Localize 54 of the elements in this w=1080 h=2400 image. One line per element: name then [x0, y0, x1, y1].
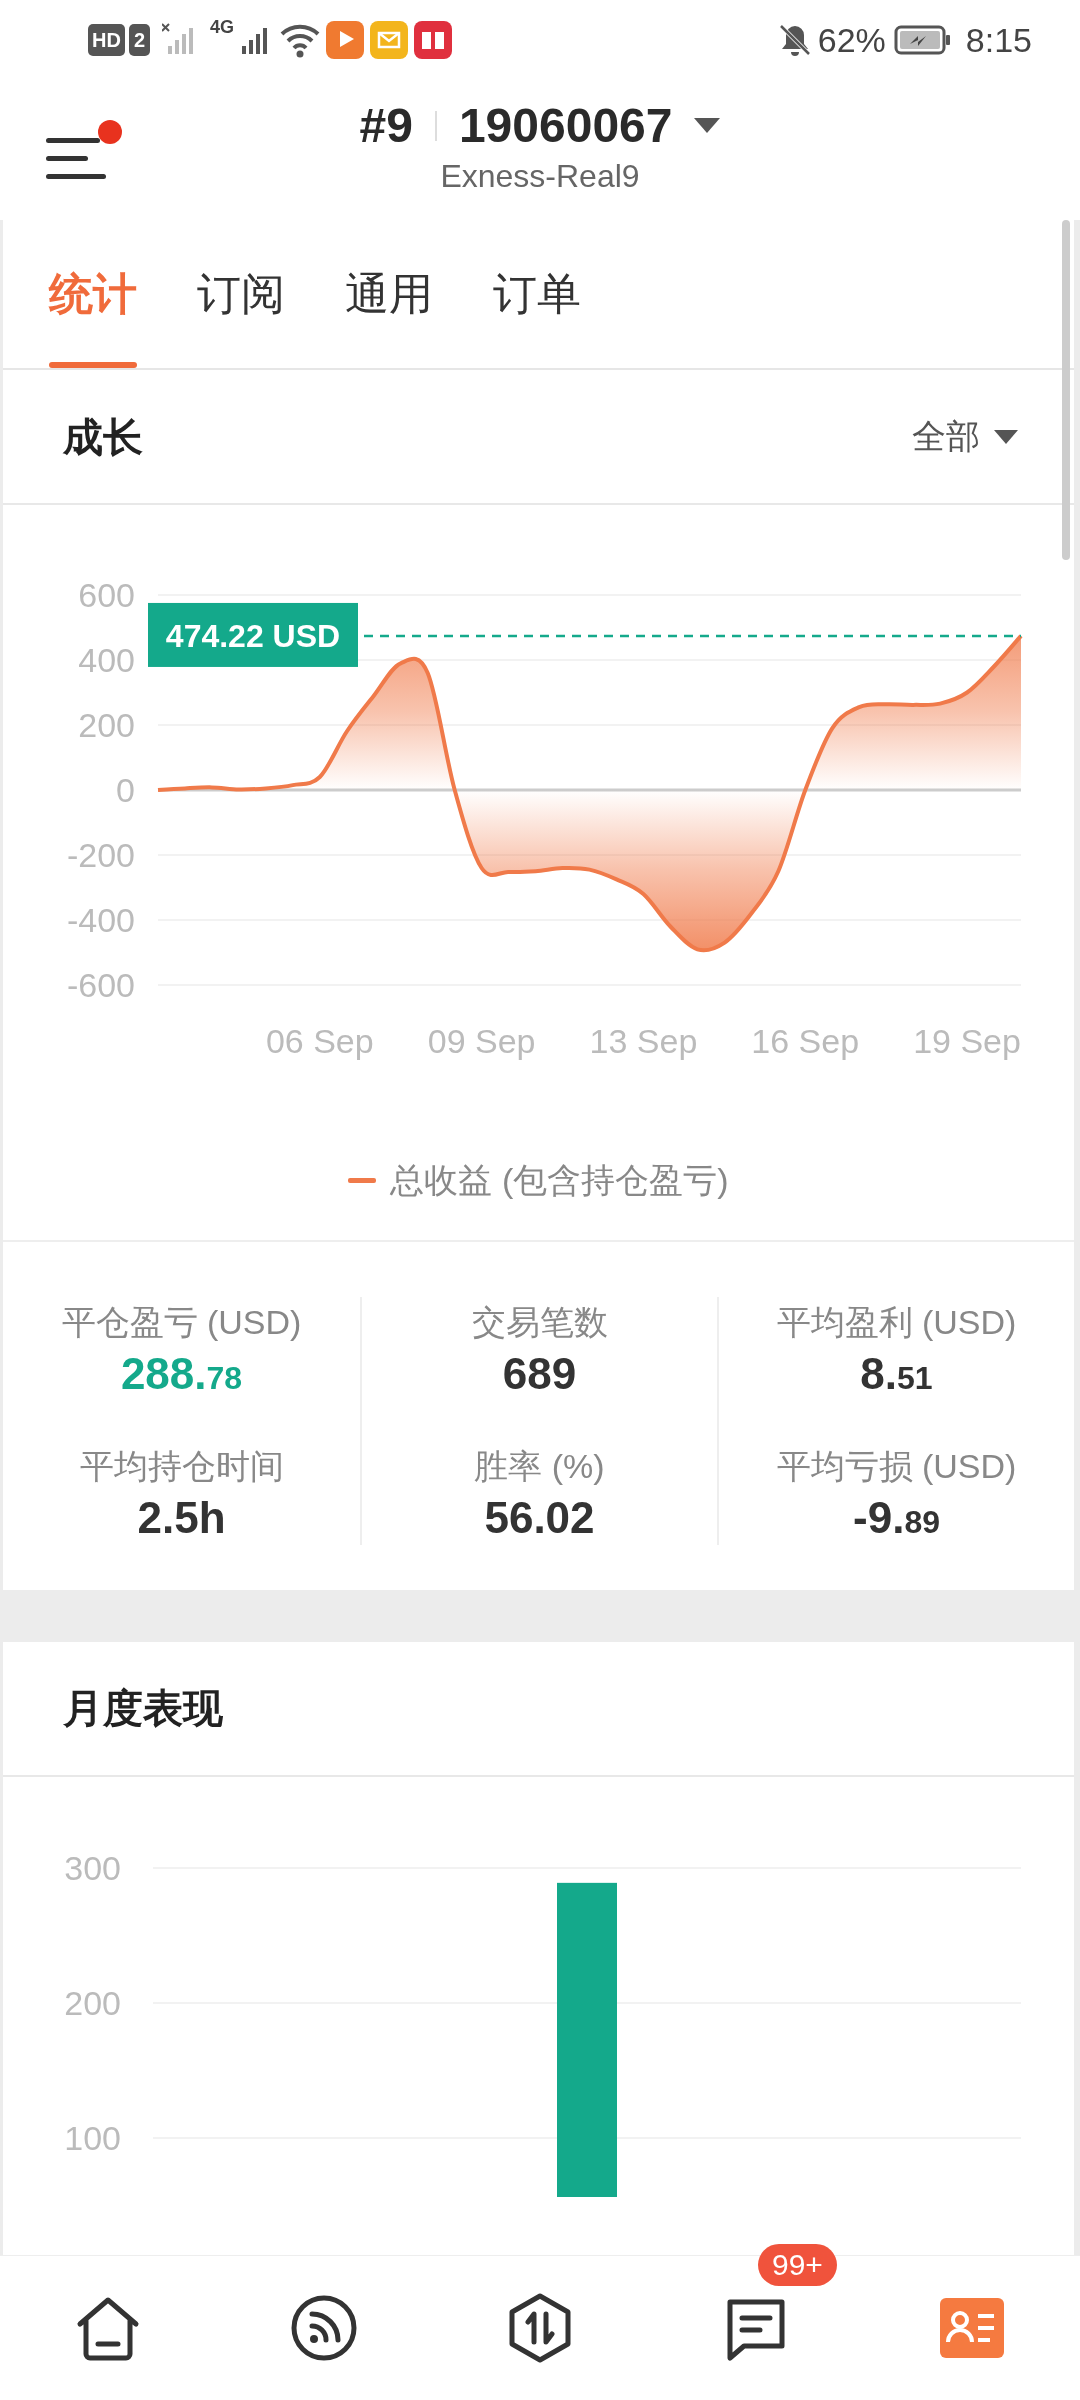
account-number: 19060067 [458, 99, 673, 153]
legend-swatch [348, 1178, 377, 1183]
wifi-icon [280, 22, 321, 58]
annotation: 474.22 USD [165, 617, 341, 654]
axis-label: 13 Sep [589, 1022, 698, 1060]
battery-percent: 62% [817, 19, 886, 61]
caret-icon [694, 118, 721, 134]
section-title: 成长 [63, 413, 143, 461]
axis-label: 200 [64, 1983, 121, 2022]
stat-label: 胜率 (%) [474, 1445, 605, 1487]
axis-label: 300 [64, 1848, 121, 1887]
caret-icon [994, 429, 1018, 444]
stat-value: 2.5h [137, 1491, 226, 1544]
axis-label: 09 Sep [427, 1022, 536, 1060]
menu-button[interactable] [46, 118, 122, 182]
mail-app-icon [370, 21, 409, 59]
axis-label: -600 [66, 966, 135, 1004]
battery-icon [893, 24, 952, 56]
tab[interactable]: 通用 [345, 220, 433, 368]
network-label: 4G [210, 16, 235, 39]
clock-time: 8:15 [965, 19, 1032, 61]
stat-value: -9.89 [853, 1491, 940, 1544]
stat-label: 平均持仓时间 [79, 1445, 284, 1487]
axis-label: -200 [66, 836, 135, 874]
stat-value: 56.02 [484, 1491, 595, 1544]
axis-label: 0 [116, 771, 135, 809]
play-app-icon [326, 21, 365, 59]
muted-bell-icon [777, 23, 812, 57]
sim-badge: 2 [128, 24, 150, 56]
legend-label: 总收益 (包含持仓盈亏) [390, 1160, 729, 1201]
server-name: Exness-Real9 [440, 157, 640, 197]
axis-label: 200 [78, 706, 135, 744]
section-title: 月度表现 [63, 1685, 223, 1733]
axis-label: 400 [78, 641, 135, 679]
value-label: 474.22 USD [148, 602, 358, 667]
stat-value: 288.78 [120, 1348, 243, 1400]
stat-value: 8.51 [860, 1348, 933, 1400]
hd-badge: HD [88, 24, 125, 56]
tab[interactable]: 订阅 [197, 220, 285, 368]
stat-label: 交易笔数 [471, 1302, 608, 1343]
stat-label: 平仓盈亏 (USD) [61, 1302, 302, 1343]
stat-value: 689 [502, 1348, 577, 1400]
axis-label: 06 Sep [265, 1022, 374, 1060]
axis-label: -400 [66, 901, 135, 939]
tab[interactable]: 订单 [493, 220, 581, 368]
axis-label: 16 Sep [751, 1022, 860, 1060]
stat-label: 平均盈利 (USD) [776, 1302, 1017, 1343]
notification-badge: 99+ [758, 2244, 837, 2286]
axis-label: 19 Sep [913, 1022, 1021, 1060]
filter-dropdown[interactable]: 全部 [912, 411, 1018, 462]
axis-label: 600 [78, 576, 135, 614]
axis-label: 100 [64, 2118, 121, 2157]
stat-label: 平均亏损 (USD) [776, 1445, 1017, 1487]
account-index: #9 [359, 99, 413, 153]
